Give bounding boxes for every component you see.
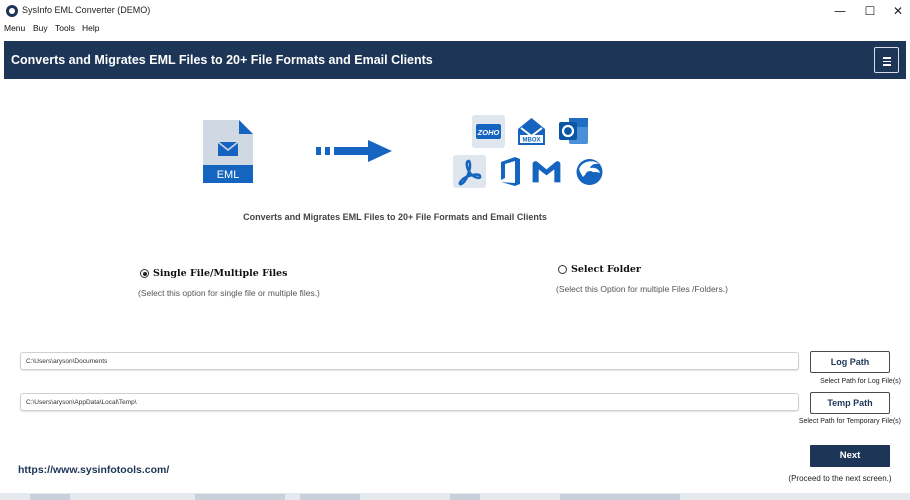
menu-menu[interactable]: Menu <box>4 23 25 33</box>
mbox-icon: MBOX <box>518 118 545 145</box>
menu-buy[interactable]: Buy <box>33 23 48 33</box>
eml-file-icon: EML <box>203 120 253 183</box>
svg-text:MBOX: MBOX <box>523 138 541 144</box>
menu-bar: Menu Buy Tools Help <box>0 22 910 36</box>
option-single-file-description: (Select this option for single file or m… <box>138 288 320 298</box>
temp-path-input[interactable]: C:\Users\aryson\AppData\Local\Temp\ <box>20 393 799 411</box>
log-path-hint: Select Path for Log File(s) <box>820 378 901 385</box>
zoho-icon: ZOHO <box>472 115 505 148</box>
maximize-button[interactable]: ☐ <box>855 2 885 20</box>
pdf-icon <box>453 155 486 188</box>
minimize-button[interactable]: — <box>825 2 855 20</box>
office-icon <box>501 157 520 186</box>
log-path-input[interactable]: C:\Users\aryson\Documents <box>20 352 799 370</box>
temp-path-button[interactable]: Temp Path <box>810 392 890 414</box>
next-hint: (Proceed to the next screen.) <box>788 474 892 483</box>
arrow-right-icon <box>316 140 392 162</box>
menu-tools[interactable]: Tools <box>55 23 75 33</box>
option-select-folder[interactable]: Select Folder <box>558 264 641 275</box>
gmail-icon <box>532 161 561 183</box>
svg-text:ZOHO: ZOHO <box>477 128 500 137</box>
log-path-button[interactable]: Log Path <box>810 351 890 373</box>
radio-single-file[interactable] <box>140 269 149 278</box>
hamburger-icon[interactable] <box>874 47 899 73</box>
option-select-folder-label[interactable]: Select Folder <box>571 264 641 275</box>
option-single-file-label[interactable]: Single File/Multiple Files <box>153 268 287 279</box>
option-select-folder-description: (Select this Option for multiple Files /… <box>556 284 728 294</box>
thunderbird-icon <box>576 159 603 185</box>
website-link[interactable]: https://www.sysinfotools.com/ <box>18 464 169 476</box>
header-banner: Converts and Migrates EML Files to 20+ F… <box>4 41 906 79</box>
title-bar: SysInfo EML Converter (DEMO) — ☐ ✕ <box>0 0 910 22</box>
header-title: Converts and Migrates EML Files to 20+ F… <box>11 53 433 67</box>
window-title: SysInfo EML Converter (DEMO) <box>22 5 151 15</box>
tagline-caption: Converts and Migrates EML Files to 20+ F… <box>243 212 547 222</box>
outlook-icon <box>559 118 588 144</box>
radio-select-folder[interactable] <box>558 265 567 274</box>
temp-path-hint: Select Path for Temporary File(s) <box>798 418 901 425</box>
option-single-file[interactable]: Single File/Multiple Files <box>140 268 287 279</box>
menu-help[interactable]: Help <box>82 23 99 33</box>
next-button[interactable]: Next <box>810 445 890 467</box>
taskbar-edge <box>0 493 910 500</box>
close-button[interactable]: ✕ <box>883 2 910 20</box>
eml-label: EML <box>217 169 240 181</box>
app-logo-icon <box>6 5 18 17</box>
